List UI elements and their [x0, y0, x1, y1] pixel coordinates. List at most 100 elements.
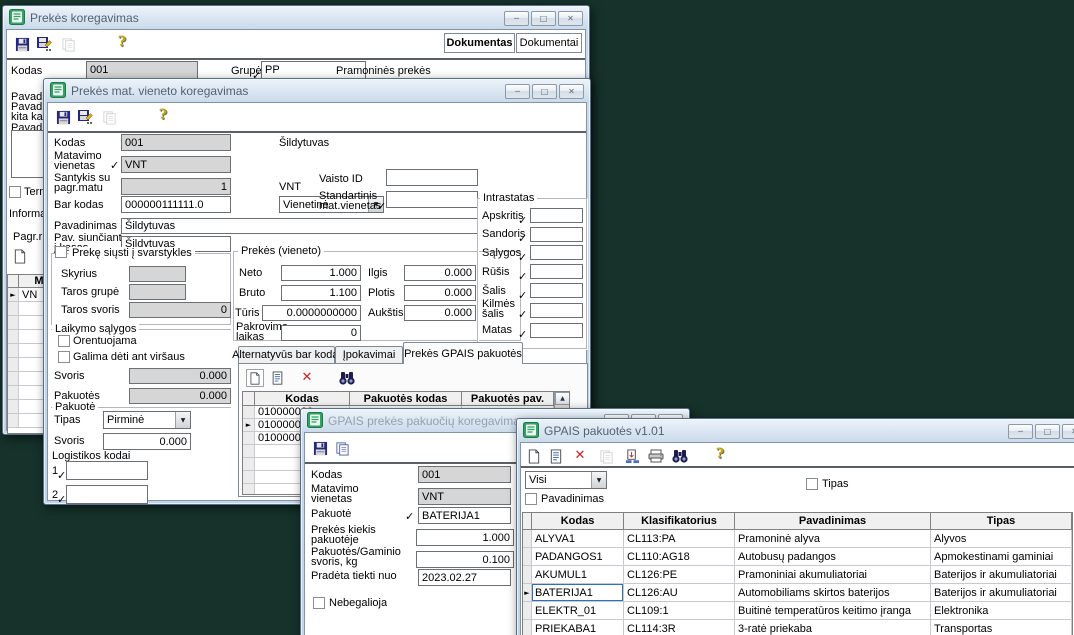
titlebar[interactable]: Prekės mat. vieneto koregavimas ─□✕ [46, 81, 588, 101]
sandoris-check-icon[interactable]: ✓ [518, 232, 527, 245]
terminuota-checkbox[interactable] [9, 186, 21, 198]
save-options-icon[interactable] [76, 108, 94, 126]
matas-field[interactable] [530, 323, 583, 338]
dokumentai-button[interactable]: Dokumentai [516, 33, 582, 53]
intrastatas-legend: Intrastatas [480, 192, 537, 204]
rusis-field[interactable] [530, 264, 583, 279]
ilgis-field[interactable]: 0.000 [404, 265, 476, 281]
print-icon[interactable] [647, 447, 665, 465]
close-button[interactable]: ✕ [1062, 424, 1074, 439]
scroll-up-icon[interactable]: ▲ [555, 392, 570, 405]
orentuojama-checkbox[interactable] [58, 335, 70, 347]
bruto-field[interactable]: 1.100 [281, 285, 361, 301]
apskritis-check-icon[interactable]: ✓ [518, 214, 527, 227]
galima-deti-label: Galima dėti ant viršaus [73, 352, 185, 363]
maximize-button[interactable]: □ [531, 11, 556, 26]
pakuote-field[interactable]: BATERIJA1 [418, 507, 511, 524]
salygos-check-icon[interactable]: ✓ [518, 251, 527, 264]
kiekis-field[interactable]: 1.000 [416, 529, 514, 546]
save-icon[interactable] [13, 35, 31, 53]
minimize-button[interactable]: ─ [1008, 424, 1033, 439]
titlebar[interactable]: GPAIS pakuotės v1.01 ─□✕ [519, 421, 1074, 441]
standartinis-field[interactable] [386, 191, 478, 208]
table-row[interactable]: PRIEKABA1CL114:3R3-ratė priekabaTranspor… [523, 620, 1072, 635]
maximize-button[interactable]: □ [532, 84, 557, 99]
pavadinimas-checkbox[interactable] [525, 493, 537, 505]
nebegalioja-checkbox[interactable] [313, 597, 325, 609]
table-row[interactable]: PADANGOS1CL110:AG18Autobusų padangosApmo… [523, 548, 1072, 566]
aukstis-field[interactable]: 0.000 [404, 305, 476, 321]
view-icon[interactable] [268, 369, 286, 387]
bar-kodas-field[interactable]: 000000111111.0 [121, 196, 231, 213]
filter-dropdown[interactable]: Visi▼ [525, 471, 607, 489]
logistikos2-check-icon[interactable]: ✓ [57, 493, 66, 506]
kilmes-salis-check-icon[interactable]: ✓ [518, 308, 527, 321]
minimize-button[interactable]: ─ [504, 11, 529, 26]
svoris-field[interactable]: 0.100 [416, 551, 514, 568]
binoculars-icon[interactable] [671, 447, 689, 465]
view-icon[interactable] [547, 447, 565, 465]
maximize-button[interactable]: □ [1035, 424, 1060, 439]
binoculars-icon[interactable] [338, 369, 356, 387]
save-icon[interactable] [311, 439, 329, 457]
plotis-field[interactable]: 0.000 [404, 285, 476, 301]
chevron-down-icon[interactable]: ▼ [591, 472, 606, 488]
titlebar[interactable]: Prekės koregavimas ─□✕ [5, 8, 587, 28]
tab-alternatyvus-bar-kodai[interactable]: Alternatyvūs bar kodai [238, 346, 335, 364]
minimize-button[interactable]: ─ [505, 84, 530, 99]
pakuote-legend: Pakuotė [52, 401, 98, 413]
logistikos1-field[interactable] [66, 461, 148, 480]
chevron-down-icon[interactable]: ▼ [175, 412, 190, 428]
svoris-field: 0.000 [129, 368, 231, 384]
galima-deti-checkbox[interactable] [58, 351, 70, 363]
matavimo-lookup-check-icon[interactable]: ✓ [110, 159, 119, 172]
delete-icon[interactable]: ✕ [571, 446, 589, 464]
dokumentas-button[interactable]: Dokumentas [444, 33, 515, 53]
gpais-packages-table[interactable]: KodasKlasifikatoriusPavadinimasTipas ALY… [522, 512, 1073, 635]
help-icon[interactable]: ? [113, 33, 131, 51]
tipas-checkbox[interactable] [806, 478, 818, 490]
pradeta-label: Pradėta tiekti nuo [311, 571, 397, 582]
new-icon[interactable] [246, 369, 264, 387]
vaisto-id-field[interactable] [386, 169, 478, 186]
copy-icon[interactable] [333, 439, 351, 457]
tab-ipokavimai[interactable]: Įpokavimai [335, 346, 403, 364]
new-icon[interactable] [525, 447, 543, 465]
tipas-dropdown[interactable]: Pirminė▼ [103, 411, 191, 429]
pakuote-svoris-field[interactable]: 0.000 [103, 433, 191, 450]
table-row-selected[interactable]: ►BATERIJA1CL126:AUAutomobiliams skirtos … [523, 584, 1072, 602]
delete-icon[interactable]: ✕ [298, 368, 316, 386]
help-icon[interactable]: ? [711, 445, 729, 463]
kodas-field: 001 [121, 134, 231, 151]
pavadinimas-field[interactable]: Šildytuvas [121, 218, 478, 234]
rusis-check-icon[interactable]: ✓ [518, 270, 527, 283]
pakrovimo-field[interactable]: 0 [281, 325, 361, 341]
standartinis-lookup-check-icon[interactable]: ✓ [377, 200, 386, 213]
matas-check-icon[interactable]: ✓ [518, 328, 527, 341]
save-options-icon[interactable] [35, 35, 53, 53]
table-row[interactable]: ELEKTR_01CL109:1Buitinė temperatūros kei… [523, 602, 1072, 620]
turis-field[interactable]: 0.0000000000 [262, 305, 361, 321]
salygos-field[interactable] [530, 245, 583, 260]
close-button[interactable]: ✕ [558, 11, 583, 26]
save-icon[interactable] [54, 108, 72, 126]
pradeta-field[interactable]: 2023.02.27 [418, 569, 511, 586]
table-row[interactable]: AKUMUL1CL126:PEPramoniniai akumuliatoria… [523, 566, 1072, 584]
salis-check-icon[interactable]: ✓ [518, 289, 527, 302]
apskritis-field[interactable] [530, 208, 583, 223]
table-row[interactable]: ALYVA1CL113:PAPramoninė alyvaAlyvos [523, 530, 1072, 548]
logistikos1-check-icon[interactable]: ✓ [57, 469, 66, 482]
logistikos2-field[interactable] [66, 485, 148, 504]
pakuote-lookup-check-icon[interactable]: ✓ [405, 510, 414, 523]
tab-prekes-gpais-pakuotes[interactable]: Prekės GPAIS pakuotės [403, 342, 523, 364]
close-button[interactable]: ✕ [559, 84, 584, 99]
svarstykles-checkbox[interactable] [55, 246, 67, 258]
transfer-icon[interactable] [623, 447, 641, 465]
kilmes-salis-field[interactable] [530, 303, 583, 318]
help-icon[interactable]: ? [154, 106, 172, 124]
salis-field[interactable] [530, 283, 583, 298]
new-row-icon[interactable] [11, 247, 29, 265]
pavadinimas-checkbox-label: Pavadinimas [541, 494, 604, 505]
sandoris-field[interactable] [530, 227, 583, 242]
neto-field[interactable]: 1.000 [281, 265, 361, 281]
